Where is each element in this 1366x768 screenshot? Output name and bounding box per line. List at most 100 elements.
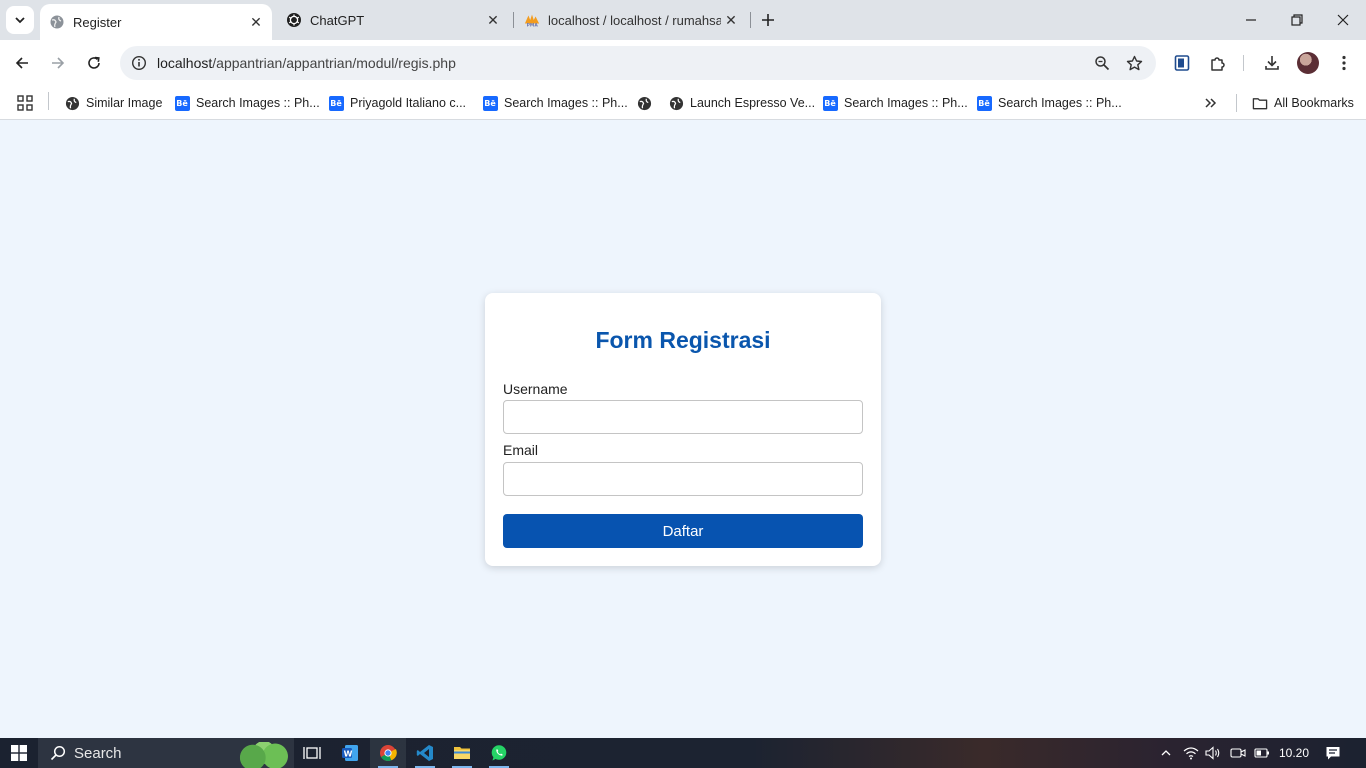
meet-button[interactable] [1228, 738, 1248, 768]
register-button[interactable]: Daftar [503, 514, 863, 548]
word-app[interactable]: W [332, 738, 368, 768]
page-content: Form Registrasi Username Email Daftar [0, 121, 1366, 738]
bookmark-label: Search Images :: Ph... [998, 96, 1122, 110]
tab-title: ChatGPT [310, 12, 365, 28]
windows-icon [11, 745, 27, 761]
bookmark-item[interactable]: Similar Image [64, 90, 162, 116]
reload-button[interactable] [80, 49, 108, 77]
bookmark-item[interactable]: Bē Search Images :: Ph... [174, 90, 320, 116]
tab-phpmyadmin[interactable]: PMA localhost / localhost / rumahsakit ✕ [515, 0, 747, 40]
task-view-button[interactable] [294, 738, 330, 768]
zoom-icon[interactable] [1086, 49, 1118, 77]
battery-button[interactable] [1252, 738, 1272, 768]
bookmark-star-icon[interactable] [1118, 49, 1150, 77]
minimize-button[interactable] [1228, 0, 1274, 40]
behance-icon: Bē [822, 95, 838, 111]
taskbar: Search W 10.20 [0, 738, 1366, 768]
svg-text:PMA: PMA [527, 23, 539, 28]
file-explorer-app[interactable] [444, 738, 480, 768]
bookmark-label: Search Images :: Ph... [844, 96, 968, 110]
all-bookmarks-button[interactable]: All Bookmarks [1252, 90, 1354, 116]
more-vertical-icon [1342, 55, 1346, 71]
notifications-button[interactable] [1320, 738, 1346, 768]
new-tab-button[interactable] [757, 9, 779, 31]
vscode-icon [416, 745, 433, 761]
tab-search-button[interactable] [6, 6, 34, 34]
bookmark-item[interactable]: Bē Priyagold Italiano c... [328, 90, 466, 116]
whatsapp-app[interactable] [481, 738, 517, 768]
address-bar[interactable]: localhost/appantrian/appantrian/modul/re… [120, 46, 1156, 80]
email-input[interactable] [503, 462, 863, 496]
email-label: Email [503, 442, 539, 458]
tab-title: Register [73, 14, 122, 30]
close-icon[interactable]: ✕ [721, 10, 741, 30]
phpmyadmin-icon: PMA [524, 12, 540, 28]
username-input[interactable] [503, 400, 863, 434]
tab-chatgpt[interactable]: ChatGPT ✕ [277, 0, 509, 40]
tab-strip: Register ✕ ChatGPT ✕ PMA localhost / loc… [0, 0, 1366, 40]
profile-button[interactable] [1293, 49, 1323, 77]
globe-icon [636, 95, 652, 111]
clock[interactable]: 10.20 [1276, 738, 1312, 768]
bookmarks-separator [1236, 94, 1237, 112]
tray-overflow-button[interactable] [1156, 738, 1176, 768]
close-icon[interactable]: ✕ [483, 10, 503, 30]
url-host: localhost [157, 55, 213, 71]
bookmark-item[interactable]: Bē Search Images :: Ph... [976, 90, 1122, 116]
close-window-button[interactable] [1320, 0, 1366, 40]
double-chevron-right-icon [1205, 98, 1217, 108]
taskbar-search-label: Search [74, 744, 122, 762]
bookmark-label: Search Images :: Ph... [196, 96, 320, 110]
tab-register[interactable]: Register ✕ [40, 4, 272, 40]
bookmarks-bar: Similar Image Bē Search Images :: Ph... … [0, 86, 1366, 120]
folder-icon [1252, 95, 1268, 111]
taskbar-search[interactable]: Search [38, 738, 294, 768]
bookmark-label: Priyagold Italiano c... [350, 96, 467, 110]
download-icon [1265, 56, 1279, 70]
bookmarks-separator [48, 92, 49, 110]
bookmark-label: Launch Espresso Ve... [690, 96, 816, 110]
site-info-icon[interactable] [124, 55, 154, 71]
bookmark-item[interactable]: Bē Search Images :: Ph... [482, 90, 628, 116]
avatar [1297, 52, 1319, 74]
close-icon[interactable]: ✕ [246, 12, 266, 32]
start-button[interactable] [0, 738, 38, 768]
bookmark-label: Search Images :: Ph... [504, 96, 628, 110]
volume-button[interactable] [1203, 738, 1223, 768]
bookmark-item[interactable]: Bē Search Images :: Ph... [822, 90, 968, 116]
battery-icon [1254, 748, 1269, 758]
network-button[interactable] [1181, 738, 1201, 768]
task-view-icon [303, 747, 321, 759]
vscode-app[interactable] [407, 738, 443, 768]
apps-button[interactable] [16, 90, 34, 116]
menu-button[interactable] [1329, 49, 1359, 77]
folder-icon [454, 747, 470, 759]
back-button[interactable] [8, 49, 36, 77]
bookmark-item[interactable] [636, 90, 658, 116]
arrow-left-icon [15, 57, 28, 69]
form-title: Form Registrasi [595, 327, 771, 353]
tab-title: localhost / localhost / rumahsakit [548, 12, 721, 28]
restore-button[interactable] [1274, 0, 1320, 40]
username-label: Username [503, 381, 568, 397]
bookmarks-overflow-button[interactable] [1204, 90, 1218, 116]
close-icon [1337, 14, 1349, 26]
extensions-button[interactable] [1203, 49, 1233, 77]
forward-button[interactable] [44, 49, 72, 77]
restore-icon [1291, 14, 1303, 26]
bookmark-item[interactable]: Launch Espresso Ve... [668, 90, 815, 116]
all-bookmarks-label: All Bookmarks [1274, 96, 1354, 110]
downloads-button[interactable] [1257, 49, 1287, 77]
globe-icon [668, 95, 684, 111]
chevron-down-icon [15, 17, 25, 24]
reading-list-button[interactable] [1167, 49, 1197, 77]
tab-separator [513, 12, 514, 28]
puzzle-icon [1211, 57, 1225, 71]
apps-grid-icon [17, 95, 33, 111]
speaker-icon [1205, 746, 1220, 760]
chrome-app[interactable] [370, 738, 406, 768]
behance-icon: Bē [976, 95, 992, 111]
side-panel-icon [1174, 55, 1190, 71]
arrow-right-icon [52, 57, 65, 69]
wifi-icon [1183, 747, 1199, 760]
